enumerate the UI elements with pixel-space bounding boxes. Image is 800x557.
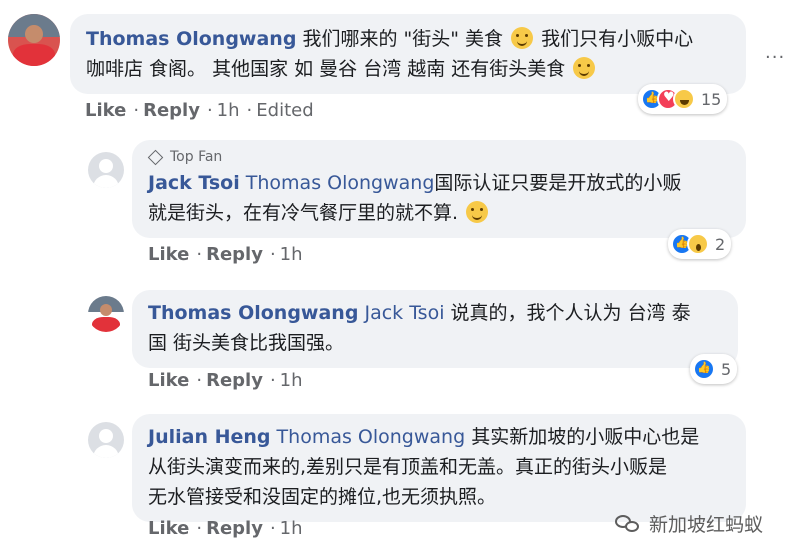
comment-line: Thomas Olongwang Jack Tsoi 说真的，我个人认为 台湾 … (148, 298, 722, 328)
mention[interactable]: Thomas Olongwang (277, 426, 466, 448)
reply-link[interactable]: Reply (206, 370, 263, 391)
reaction-count: 2 (715, 234, 726, 254)
separator: · (196, 244, 203, 265)
comment-text: 说真的，我个人认为 台湾 泰 (450, 302, 691, 324)
reply-link[interactable]: Reply (206, 244, 263, 265)
avatar-head (99, 429, 113, 443)
timestamp[interactable]: 1h (280, 518, 303, 539)
comment-author[interactable]: Julian Heng (148, 426, 271, 448)
separator: · (246, 100, 253, 121)
comment-text: 咖啡店 食阁。 其他国家 如 曼谷 台湾 越南 还有街头美食 (86, 58, 566, 80)
comment-line: Thomas Olongwang 我们哪来的 "街头" 美食 我们只有小贩中心 (86, 24, 730, 54)
avatar-shirt (91, 316, 121, 332)
avatar-shirt (13, 44, 55, 66)
comment-bubble: Thomas Olongwang 我们哪来的 "街头" 美食 我们只有小贩中心 … (70, 14, 746, 94)
comment-line: Jack Tsoi Thomas Olongwang国际认证只要是开放式的小贩 (148, 168, 730, 198)
edited-label[interactable]: Edited (256, 100, 313, 121)
mention[interactable]: Thomas Olongwang (246, 172, 435, 194)
watermark-text: 新加坡红蚂蚁 (649, 514, 764, 536)
comment-bubble: Top Fan Jack Tsoi Thomas Olongwang国际认证只要… (132, 140, 746, 238)
smile-emoji-icon (573, 57, 596, 79)
reactions-summary[interactable]: 5 (690, 354, 738, 384)
avatar-face (99, 303, 113, 317)
comment-line: 无水管接受和没固定的摊位,也无须执照。 (148, 482, 730, 512)
badge-label: Top Fan (170, 149, 223, 165)
like-link[interactable]: Like (85, 100, 126, 121)
thinking-emoji-icon (511, 27, 534, 49)
comment-line: 咖啡店 食阁。 其他国家 如 曼谷 台湾 越南 还有街头美食 (86, 54, 730, 84)
watermark: 新加坡红蚂蚁 (615, 510, 763, 537)
comment-bubble: Thomas Olongwang Jack Tsoi 说真的，我个人认为 台湾 … (132, 290, 738, 368)
like-link[interactable]: Like (148, 518, 189, 539)
timestamp[interactable]: 1h (217, 100, 240, 121)
comment-text: 国 街头美食比我国强。 (148, 332, 345, 354)
comment-author[interactable]: Thomas Olongwang (86, 28, 296, 50)
more-options-icon[interactable]: ··· (765, 47, 785, 68)
wow-reaction-icon (687, 233, 709, 255)
separator: · (269, 244, 276, 265)
separator: · (133, 100, 140, 121)
comment-text: 其实新加坡的小贩中心也是 (471, 426, 700, 448)
timestamp[interactable]: 1h (280, 244, 303, 265)
avatar[interactable] (88, 152, 124, 188)
avatar-face (25, 25, 43, 44)
wechat-icon (615, 513, 643, 535)
avatar[interactable] (88, 422, 124, 458)
comment-line: Julian Heng Thomas Olongwang 其实新加坡的小贩中心也… (148, 422, 730, 452)
separator: · (269, 518, 276, 539)
comment-author[interactable]: Jack Tsoi (148, 172, 240, 194)
haha-reaction-icon (673, 88, 695, 110)
smile-emoji-icon (466, 201, 489, 223)
comment-actions: Like · Reply · 1h (148, 244, 306, 265)
avatar[interactable] (8, 14, 60, 66)
comment-text: 国际认证只要是开放式的小贩 (434, 172, 682, 194)
avatar-head (99, 159, 113, 173)
avatar-body (93, 175, 119, 188)
comment-text: 无水管接受和没固定的摊位,也无须执照。 (148, 486, 497, 508)
reply-link[interactable]: Reply (143, 100, 200, 121)
separator: · (269, 370, 276, 391)
like-reaction-icon (693, 358, 715, 380)
reactions-summary[interactable]: 15 (638, 84, 728, 114)
comment-text: 我们只有小贩中心 (541, 28, 694, 50)
reaction-count: 5 (721, 359, 732, 379)
reply-link[interactable]: Reply (206, 518, 263, 539)
comment-text: 我们哪来的 "街头" 美食 (302, 28, 504, 50)
comment-line: 就是街头，在有冷气餐厅里的就不算. (148, 198, 730, 228)
avatar[interactable] (88, 296, 124, 332)
comment-text: 就是街头，在有冷气餐厅里的就不算. (148, 202, 459, 224)
top-fan-badge: Top Fan (147, 148, 730, 166)
like-link[interactable]: Like (148, 244, 189, 265)
like-link[interactable]: Like (148, 370, 189, 391)
timestamp[interactable]: 1h (280, 370, 303, 391)
comment-actions: Like · Reply · 1h · Edited (85, 100, 317, 121)
reactions-summary[interactable]: 2 (668, 229, 732, 259)
avatar-body (93, 445, 119, 458)
reaction-count: 15 (701, 89, 722, 109)
comment-bubble: Julian Heng Thomas Olongwang 其实新加坡的小贩中心也… (132, 414, 746, 522)
separator: · (196, 518, 203, 539)
comment-author[interactable]: Thomas Olongwang (148, 302, 358, 324)
comment-actions: Like · Reply · 1h (148, 518, 306, 539)
comment-line: 国 街头美食比我国强。 (148, 328, 722, 358)
comment-text: 从街头演变而来的,差别只是有顶盖和无盖。真正的街头小贩是 (148, 456, 668, 478)
separator: · (206, 100, 213, 121)
comment-line: 从街头演变而来的,差别只是有顶盖和无盖。真正的街头小贩是 (148, 452, 730, 482)
separator: · (196, 370, 203, 391)
comment-actions: Like · Reply · 1h (148, 370, 306, 391)
mention[interactable]: Jack Tsoi (364, 302, 444, 324)
diamond-icon (147, 149, 164, 165)
